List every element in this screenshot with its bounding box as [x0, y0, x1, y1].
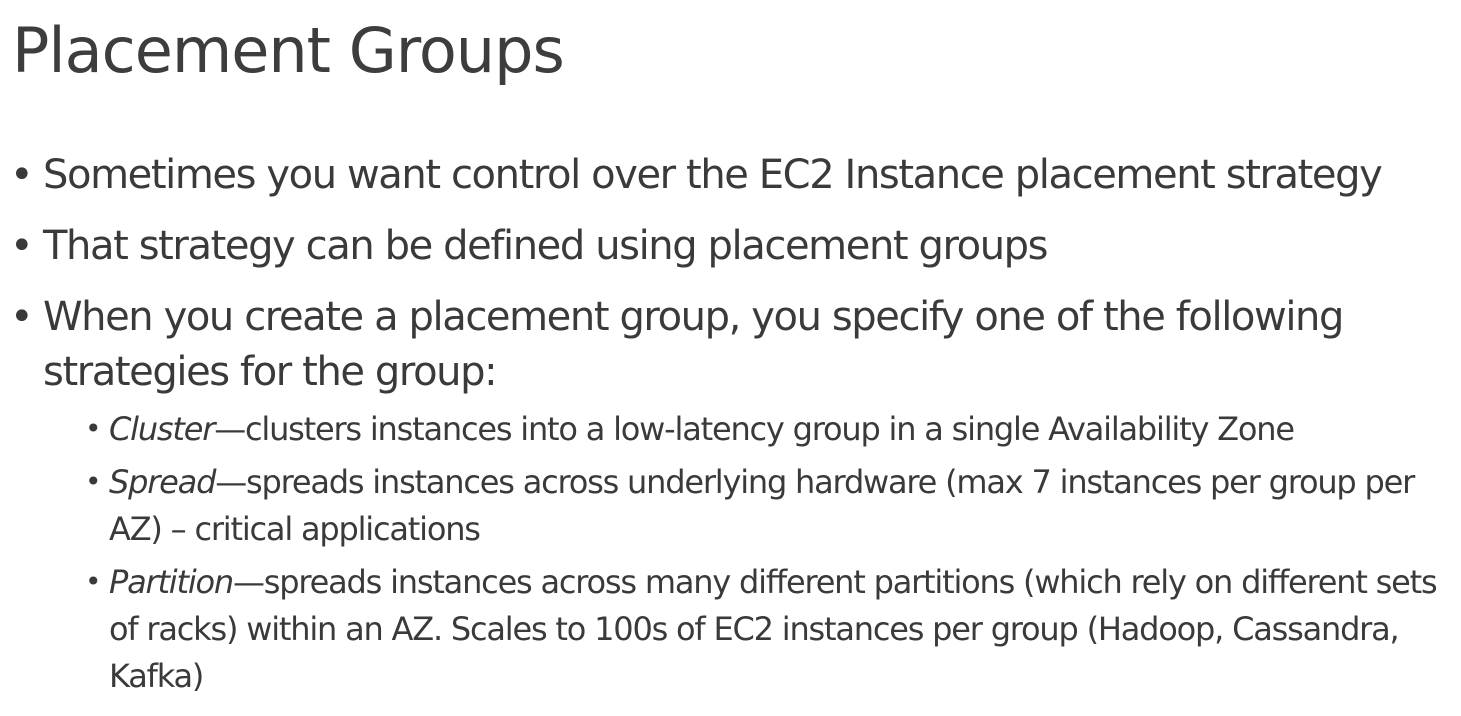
strategy-name: Cluster [109, 410, 215, 448]
bullet-text: When you create a placement group, you s… [43, 294, 1344, 395]
strategy-description: —spreads instances across many different… [109, 563, 1438, 695]
slide-title: Placement Groups [12, 14, 565, 87]
bullet-list: Sometimes you want control over the EC2 … [10, 148, 1450, 716]
strategy-name: Partition [109, 563, 234, 601]
bullet-item: When you create a placement group, you s… [10, 290, 1450, 700]
strategy-description: —spreads instances across underlying har… [109, 463, 1415, 548]
strategy-item-partition: Partition—spreads instances across many … [43, 558, 1450, 700]
bullet-text: Sometimes you want control over the EC2 … [43, 152, 1383, 198]
strategy-description: —clusters instances into a low-latency g… [214, 410, 1295, 448]
bullet-item: That strategy can be defined using place… [10, 219, 1450, 274]
strategy-item-cluster: Cluster—clusters instances into a low-la… [43, 405, 1450, 453]
strategy-name: Spread [109, 463, 216, 501]
bullet-text: That strategy can be defined using place… [43, 223, 1049, 269]
strategy-item-spread: Spread—spreads instances across underlyi… [43, 458, 1450, 553]
bullet-item: Sometimes you want control over the EC2 … [10, 148, 1450, 203]
strategy-list: Cluster—clusters instances into a low-la… [43, 405, 1450, 700]
slide: Placement Groups Sometimes you want cont… [0, 0, 1461, 716]
